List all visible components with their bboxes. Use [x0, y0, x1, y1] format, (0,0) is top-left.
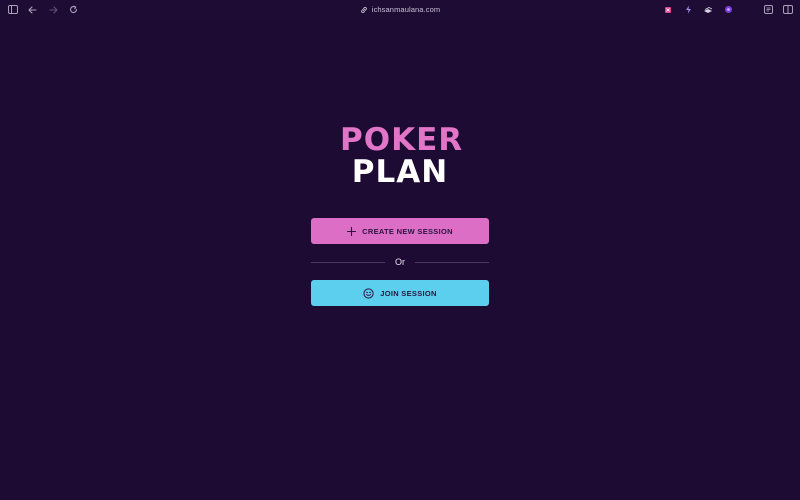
- page: ichsanmaulana.com POKER PLAN CREATE NEW …: [0, 0, 800, 500]
- create-session-label: CREATE NEW SESSION: [362, 226, 453, 236]
- link-icon: [360, 1, 368, 19]
- arrow-left-icon[interactable]: [25, 3, 39, 16]
- create-new-session-button[interactable]: CREATE NEW SESSION: [311, 218, 489, 244]
- join-session-label: JOIN SESSION: [380, 288, 437, 298]
- smile-icon: [363, 287, 374, 299]
- plus-icon: [347, 226, 357, 236]
- browser-toolbar: ichsanmaulana.com: [0, 0, 800, 19]
- sidebar-toggle-icon[interactable]: [6, 3, 20, 16]
- reader-icon[interactable]: [761, 3, 775, 16]
- logo-line-poker: POKER: [340, 122, 464, 158]
- split-view-icon[interactable]: [781, 3, 795, 16]
- extension-purple-icon[interactable]: [721, 3, 735, 16]
- address-bar-wrap: ichsanmaulana.com: [0, 3, 800, 16]
- extension-bolt-icon[interactable]: [681, 3, 695, 16]
- extension-pink-icon[interactable]: [661, 3, 675, 16]
- divider-line-right: [415, 261, 489, 263]
- poker-plan-logo: POKER PLAN: [340, 122, 464, 190]
- logo-line-plan: PLAN: [351, 154, 449, 190]
- address-bar[interactable]: ichsanmaulana.com: [360, 1, 440, 19]
- arrow-right-icon[interactable]: [46, 3, 60, 16]
- join-session-button[interactable]: JOIN SESSION: [311, 280, 489, 306]
- reload-icon[interactable]: [66, 3, 80, 16]
- divider-text: Or: [395, 257, 405, 267]
- or-divider: Or: [311, 256, 489, 268]
- url-text: ichsanmaulana.com: [371, 5, 441, 14]
- divider-line-left: [311, 261, 385, 263]
- extension-stack-icon[interactable]: [701, 3, 715, 16]
